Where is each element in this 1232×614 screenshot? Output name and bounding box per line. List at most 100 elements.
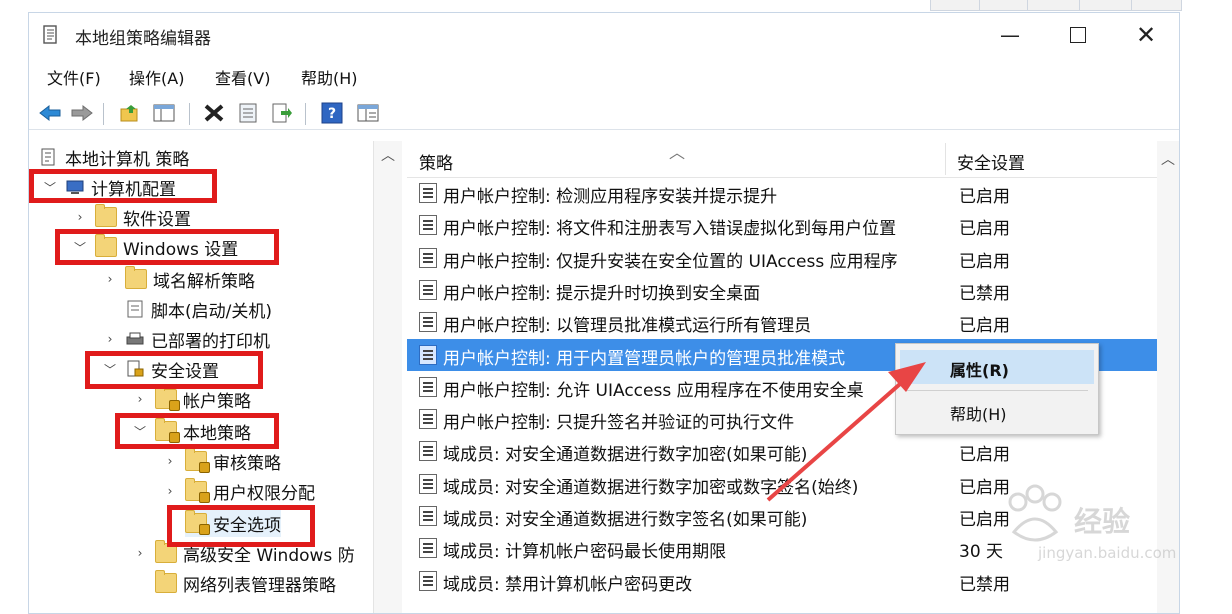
menu-help[interactable]: 帮助(H): [301, 65, 358, 89]
folder-icon: [155, 570, 177, 593]
tree-item-software-settings[interactable]: › 软件设置: [73, 203, 191, 231]
locked-folder-icon: [185, 448, 210, 473]
policy-setting-value: 已启用: [959, 316, 1010, 337]
tree-item-audit-policy[interactable]: › 审核策略: [163, 447, 281, 475]
policy-name: 用户帐户控制: 允许 UIAccess 应用程序在不使用安全桌: [443, 380, 864, 401]
maximize-button[interactable]: [1055, 19, 1101, 51]
chevron-right-icon[interactable]: ›: [103, 272, 117, 286]
policy-name: 域成员: 对安全通道数据进行数字加密(如果可能): [443, 445, 808, 466]
tree-scrollbar[interactable]: ︿: [373, 141, 402, 613]
policy-name: 域成员: 对安全通道数据进行数字签名(如果可能): [443, 510, 808, 530]
policy-name: 用户帐户控制: 以管理员批准模式运行所有管理员: [443, 316, 812, 337]
sort-ascending-icon: ︿: [669, 143, 686, 162]
chevron-right-icon[interactable]: ›: [163, 454, 177, 468]
tree-item-root[interactable]: 本地计算机 策略: [39, 143, 189, 171]
menu-bar: 文件(F) 操作(A) 查看(V) 帮助(H): [29, 65, 1179, 91]
highlight-local-policy: [115, 413, 279, 449]
highlight-security-settings: [85, 351, 263, 389]
menu-file[interactable]: 文件(F): [47, 65, 101, 89]
context-menu-properties[interactable]: 属性(R): [900, 350, 1094, 384]
table-row[interactable]: 用户帐户控制: 检测应用程序安装并提示提升 已启用: [407, 177, 1157, 209]
up-folder-button[interactable]: [117, 101, 143, 125]
paw-logo-icon: [1008, 484, 1062, 542]
close-icon: ✕: [1135, 21, 1157, 49]
policy-setting-value: 已禁用: [959, 283, 1010, 304]
minimize-button[interactable]: —: [987, 19, 1033, 51]
tree-item-user-rights[interactable]: › 用户权限分配: [163, 477, 315, 505]
policy-name: 用户帐户控制: 仅提升安装在安全位置的 UIAccess 应用程序: [443, 251, 898, 272]
tree-item-scripts[interactable]: 脚本(启动/关机): [125, 295, 272, 323]
toolbar: ?: [29, 99, 1179, 130]
chevron-right-icon[interactable]: ›: [133, 392, 147, 406]
printer-icon: [126, 332, 144, 345]
policy-setting-icon: [419, 183, 437, 203]
menu-action[interactable]: 操作(A): [129, 65, 184, 89]
export-list-button[interactable]: [269, 101, 295, 125]
policy-name: 用户帐户控制: 只提升签名并验证的可执行文件: [443, 413, 795, 434]
forward-button[interactable]: [69, 101, 95, 125]
chevron-right-icon[interactable]: ›: [163, 484, 177, 498]
chevron-right-icon[interactable]: ›: [103, 332, 117, 346]
scroll-up-icon[interactable]: ︿: [1157, 149, 1179, 169]
properties-button[interactable]: [235, 101, 261, 125]
delete-button[interactable]: [201, 101, 227, 125]
policy-name: 域成员: 计算机帐户密码最长使用期限: [443, 542, 727, 563]
back-button[interactable]: [37, 101, 63, 125]
policy-setting-icon: [419, 409, 437, 430]
locked-folder-icon: [155, 386, 180, 411]
tree-item-dns-policy[interactable]: › 域名解析策略: [103, 265, 255, 293]
close-button[interactable]: ✕: [1123, 19, 1169, 51]
list-header: ︿ 策略 安全设置: [407, 141, 1179, 178]
export-list-icon: [272, 103, 292, 123]
folder-up-icon: [120, 105, 138, 122]
table-row[interactable]: 用户帐户控制: 将文件和注册表写入错误虚拟化到每用户位置 已启用: [407, 209, 1157, 241]
menu-view[interactable]: 查看(V): [215, 65, 270, 89]
context-menu-help[interactable]: 帮助(H): [900, 394, 1094, 428]
chevron-right-icon[interactable]: ›: [73, 210, 87, 224]
policy-setting-icon: [419, 538, 437, 559]
highlight-security-options: [167, 505, 315, 547]
help-button[interactable]: ?: [319, 101, 345, 125]
watermark-url: jingyan.baidu.com: [1038, 544, 1177, 562]
table-row[interactable]: 用户帐户控制: 仅提升安装在安全位置的 UIAccess 应用程序 已启用: [407, 242, 1157, 274]
filter-options-button[interactable]: [355, 101, 381, 125]
help-question-icon: ?: [321, 102, 343, 124]
column-header-policy[interactable]: 策略: [419, 149, 453, 174]
policy-setting-icon: [419, 344, 437, 365]
tree-item-network-list[interactable]: 网络列表管理器策略: [155, 569, 336, 597]
policy-name: 用户帐户控制: 提示提升时切换到安全桌面: [443, 283, 761, 304]
delete-x-icon: [204, 104, 224, 122]
policy-root-icon: [41, 148, 55, 166]
policy-name: 域成员: 对安全通道数据进行数字加密或数字签名(始终): [443, 477, 859, 498]
highlight-computer-config: [29, 169, 217, 203]
tree-item-account-policy[interactable]: › 帐户策略: [133, 385, 251, 413]
policy-name: 域成员: 禁用计算机帐户密码更改: [443, 574, 693, 595]
highlight-windows-settings: [55, 229, 279, 265]
policy-name: 用户帐户控制: 将文件和注册表写入错误虚拟化到每用户位置: [443, 219, 897, 240]
policy-name: 用户帐户控制: 检测应用程序安装并提示提升: [443, 187, 778, 207]
policy-setting-value: 已启用: [959, 219, 1010, 240]
policy-setting-icon: [419, 506, 437, 526]
folder-icon: [125, 266, 147, 289]
properties-page-icon: [239, 103, 257, 123]
policy-setting-icon: [419, 215, 437, 236]
minimize-icon: —: [1000, 23, 1020, 47]
policy-name: 用户帐户控制: 用于内置管理员帐户的管理员批准模式: [443, 348, 846, 369]
policy-setting-icon: [419, 570, 437, 591]
watermark-brand: 经验: [1074, 505, 1131, 538]
background-window-strip: [930, 0, 1182, 11]
policy-editor-app-icon: [43, 25, 57, 44]
chevron-right-icon[interactable]: ›: [133, 546, 147, 560]
policy-setting-value: 30 天: [959, 542, 1004, 563]
table-row[interactable]: 用户帐户控制: 提示提升时切换到安全桌面 已禁用: [407, 274, 1157, 306]
policy-setting-value: 已启用: [959, 187, 1010, 207]
policy-setting-icon: [419, 473, 437, 494]
console-tree-icon: [153, 104, 175, 122]
filter-view-icon: [357, 104, 379, 122]
tree-item-printers[interactable]: › 已部署的打印机: [103, 325, 270, 353]
scroll-up-icon[interactable]: ︿: [374, 145, 402, 165]
table-row[interactable]: 用户帐户控制: 以管理员批准模式运行所有管理员 已启用: [407, 306, 1157, 338]
column-header-security-setting[interactable]: 安全设置: [957, 149, 1025, 174]
policy-setting-icon: [419, 279, 437, 300]
show-hide-tree-button[interactable]: [151, 101, 177, 125]
